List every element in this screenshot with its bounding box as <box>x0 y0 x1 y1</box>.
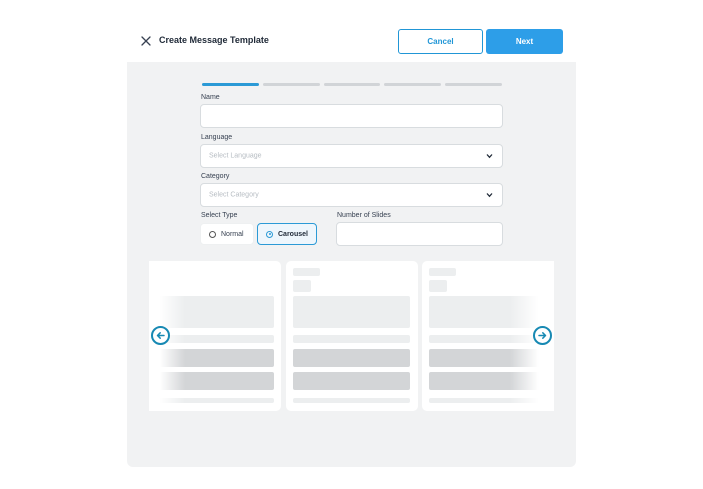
language-placeholder: Select Language <box>209 152 262 160</box>
type-option-normal-label: Normal <box>221 230 244 238</box>
chevron-down-icon <box>486 193 493 198</box>
type-option-normal[interactable]: Normal <box>200 223 254 245</box>
arrow-left-circle-icon[interactable] <box>151 326 170 345</box>
slide-button-placeholder <box>293 349 410 367</box>
slide-header-placeholder <box>293 268 320 276</box>
select-type-label: Select Type <box>201 212 238 219</box>
number-of-slides-label: Number of Slides <box>337 212 391 219</box>
carousel-slide-2 <box>286 261 418 411</box>
language-label: Language <box>201 134 233 141</box>
slide-header-placeholder <box>429 268 456 276</box>
slide-media-placeholder <box>293 296 410 328</box>
next-button[interactable]: Next <box>486 29 563 54</box>
category-placeholder: Select Category <box>209 191 259 199</box>
chevron-down-icon <box>486 154 493 159</box>
dialog-title: Create Message Template <box>159 35 269 45</box>
slide-button-placeholder <box>293 372 410 390</box>
close-icon[interactable] <box>139 34 153 48</box>
slide-text-placeholder <box>293 335 410 343</box>
create-template-dialog: Create Message Template Cancel Next Name… <box>0 0 703 489</box>
step-5 <box>445 83 502 86</box>
progress-stepper <box>202 83 502 87</box>
name-field[interactable] <box>200 104 503 128</box>
name-label: Name <box>201 94 220 101</box>
slide-header-placeholder <box>293 280 311 292</box>
radio-checked-icon <box>266 230 273 238</box>
number-of-slides-field[interactable] <box>336 222 503 246</box>
radio-unchecked-icon <box>209 230 216 238</box>
step-2 <box>262 83 320 86</box>
step-4 <box>384 83 442 86</box>
step-1 <box>202 83 259 86</box>
step-3 <box>323 83 381 86</box>
category-label: Category <box>201 173 230 180</box>
dialog-header: Create Message Template Cancel Next <box>0 0 703 62</box>
language-select[interactable]: Select Language <box>200 144 503 168</box>
slide-header-placeholder <box>429 280 447 292</box>
type-option-carousel[interactable]: Carousel <box>257 223 317 245</box>
type-option-carousel-label: Carousel <box>278 230 308 238</box>
arrow-right-circle-icon[interactable] <box>533 326 552 345</box>
slide-footer-placeholder <box>293 398 410 403</box>
cancel-button[interactable]: Cancel <box>398 29 483 54</box>
category-select[interactable]: Select Category <box>200 183 503 207</box>
